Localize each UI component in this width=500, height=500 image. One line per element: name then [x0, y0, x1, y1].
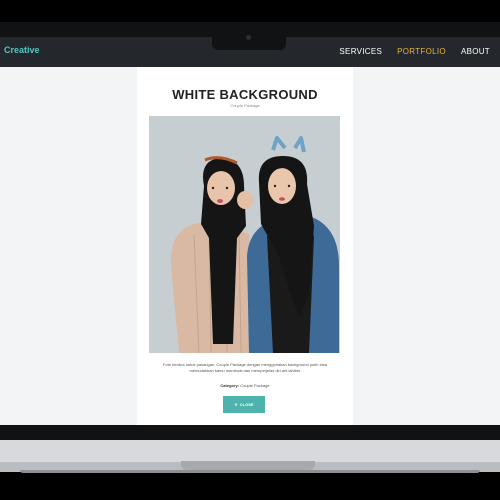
nav-item-portfolio[interactable]: PORTFOLIO — [397, 47, 446, 56]
nav-item-about[interactable]: ABOUT — [461, 47, 490, 56]
laptop-base-shadow — [20, 470, 480, 473]
category-value: Couple Package — [240, 383, 270, 388]
close-button-label: CLOSE — [239, 402, 254, 407]
nav-menu: SERVICES PORTFOLIO ABOUT — [339, 47, 490, 56]
modal-subtitle: Couple Package — [230, 103, 260, 108]
close-button[interactable]: ✕ CLOSE — [223, 396, 265, 413]
portfolio-category: Category: Couple Package — [137, 383, 353, 388]
portfolio-description: Foto berdua untuk pasangan. Couple Packa… — [163, 362, 327, 373]
portfolio-photo — [149, 116, 340, 353]
brand-logo[interactable]: Creative — [4, 45, 40, 55]
photo-illustration — [149, 116, 340, 353]
camera-notch — [212, 22, 286, 50]
laptop-bezel-bottom — [0, 425, 500, 440]
portfolio-modal: WHITE BACKGROUND Couple Package Foto ber… — [137, 67, 353, 425]
modal-title: WHITE BACKGROUND — [172, 87, 318, 102]
laptop-base-notch — [181, 461, 315, 470]
laptop-base-top — [0, 440, 500, 462]
close-x-icon: ✕ — [234, 402, 238, 407]
category-label: Category: — [220, 383, 240, 388]
webcam-icon — [246, 35, 251, 40]
nav-item-services[interactable]: SERVICES — [339, 47, 382, 56]
laptop-screen: Creative SERVICES PORTFOLIO ABOUT WHITE … — [0, 37, 500, 425]
